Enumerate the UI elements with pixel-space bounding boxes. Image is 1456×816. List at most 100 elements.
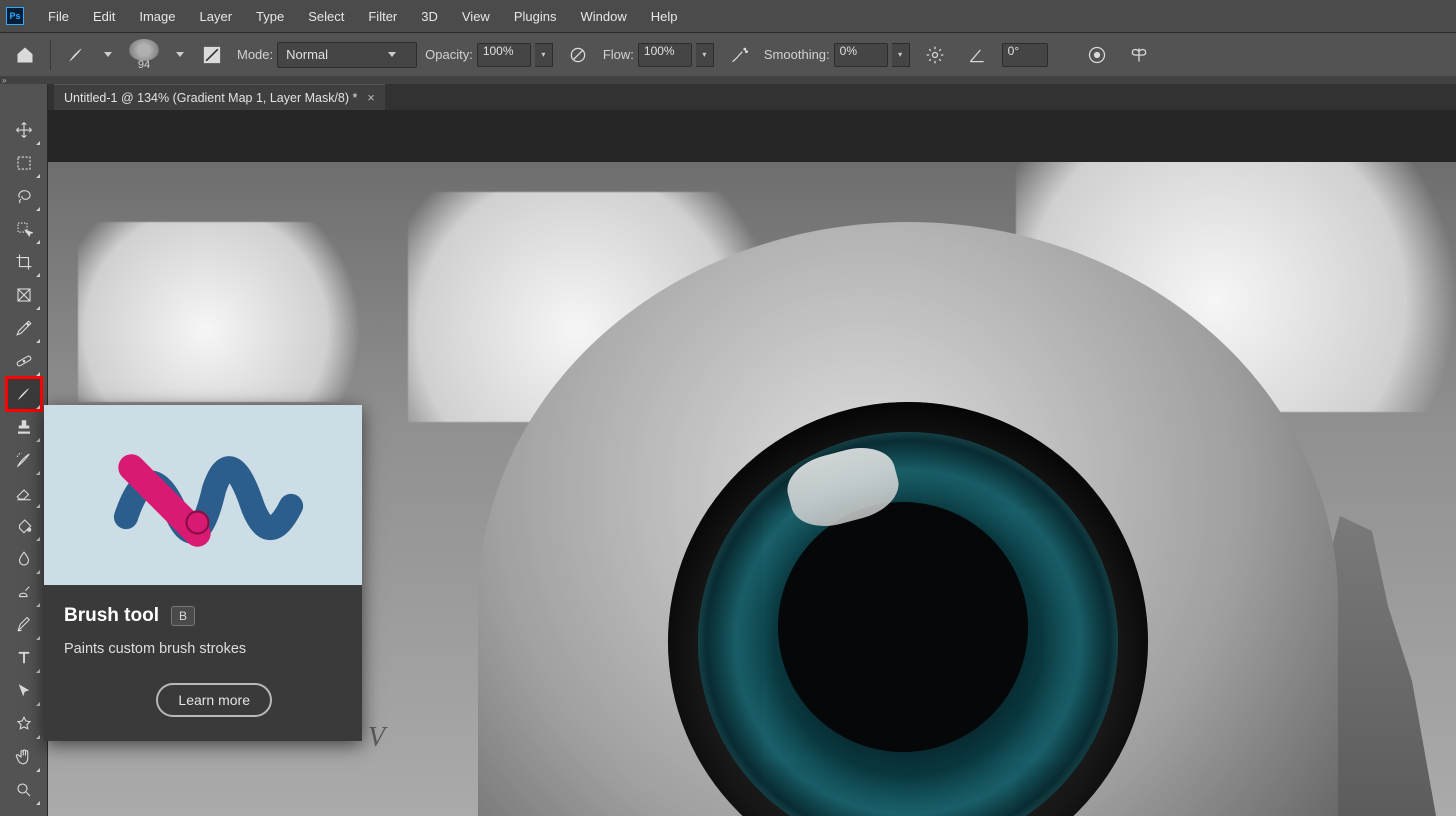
brush-panel-icon: [202, 45, 222, 65]
opacity-label: Opacity:: [425, 47, 473, 62]
home-icon: [15, 45, 35, 65]
marquee-tool[interactable]: [7, 147, 41, 179]
pupil: [778, 502, 1028, 752]
eraser-tool[interactable]: [7, 477, 41, 509]
menu-layer[interactable]: Layer: [188, 9, 245, 24]
eyedropper-tool[interactable]: [7, 312, 41, 344]
move-tool[interactable]: [7, 114, 41, 146]
angle-input[interactable]: 0°: [1002, 43, 1048, 67]
app-logo[interactable]: Ps: [6, 7, 24, 25]
tool-preset-dropdown[interactable]: [101, 38, 115, 72]
flow-dropdown[interactable]: ▾: [696, 43, 714, 67]
dodge-icon: [15, 583, 33, 601]
brush-icon: [66, 45, 86, 65]
zoom-tool[interactable]: [7, 774, 41, 806]
menu-filter[interactable]: Filter: [356, 9, 409, 24]
angle-button[interactable]: [960, 38, 994, 72]
angle-value: 0°: [1008, 44, 1019, 58]
hand-icon: [15, 748, 33, 766]
menu-image[interactable]: Image: [127, 9, 187, 24]
zoom-icon: [15, 781, 33, 799]
panel-collapse-row[interactable]: »: [0, 76, 1456, 84]
home-button[interactable]: [8, 38, 42, 72]
pen-tool[interactable]: [7, 609, 41, 641]
symmetry-button[interactable]: [1122, 38, 1156, 72]
tooltip-shortcut: B: [171, 606, 195, 626]
current-tool-icon-button[interactable]: [59, 38, 93, 72]
document-tab-title: Untitled-1 @ 134% (Gradient Map 1, Layer…: [64, 91, 357, 105]
blend-mode-value: Normal: [286, 47, 328, 62]
brush-preview[interactable]: 94: [123, 37, 165, 73]
blur-tool[interactable]: [7, 543, 41, 575]
menu-select[interactable]: Select: [296, 9, 356, 24]
document-tabbar: Untitled-1 @ 134% (Gradient Map 1, Layer…: [0, 84, 1456, 110]
learn-more-button[interactable]: Learn more: [156, 683, 272, 717]
smoothing-value: 0%: [840, 44, 857, 58]
canvas-padding: [48, 110, 1456, 162]
type-icon: [15, 649, 33, 667]
menu-type[interactable]: Type: [244, 9, 296, 24]
butterfly-icon: [1129, 45, 1149, 65]
menu-view[interactable]: View: [450, 9, 502, 24]
angle-icon: [967, 45, 987, 65]
pressure-size-button[interactable]: [1080, 38, 1114, 72]
tab-close-button[interactable]: ×: [367, 91, 374, 105]
lasso-tool[interactable]: [7, 180, 41, 212]
arrow-icon: [15, 682, 33, 700]
opacity-input[interactable]: 100%: [477, 43, 531, 67]
menu-edit[interactable]: Edit: [81, 9, 127, 24]
opacity-dropdown[interactable]: ▾: [535, 43, 553, 67]
menubar: Ps File Edit Image Layer Type Select Fil…: [0, 0, 1456, 32]
eraser-icon: [15, 484, 33, 502]
hand-tool[interactable]: [7, 741, 41, 773]
brush-tool[interactable]: [7, 378, 41, 410]
object-select-tool[interactable]: [7, 213, 41, 245]
path-select-tool[interactable]: [7, 675, 41, 707]
gradient-tool[interactable]: [7, 510, 41, 542]
smoothing-dropdown[interactable]: ▾: [892, 43, 910, 67]
menu-3d[interactable]: 3D: [409, 9, 450, 24]
optionsbar: 94 Mode: Normal Opacity: 100% ▾ Flow: 10…: [0, 32, 1456, 76]
tooltip-brush-stroke-icon: [93, 425, 313, 565]
history-brush-tool[interactable]: [7, 444, 41, 476]
object-select-icon: [15, 220, 33, 238]
tooltip-preview: [44, 405, 362, 585]
signature: V: [368, 722, 385, 754]
pressure-opacity-button[interactable]: [561, 38, 595, 72]
flow-value: 100%: [644, 44, 675, 58]
stamp-icon: [15, 418, 33, 436]
smoothing-input[interactable]: 0%: [834, 43, 888, 67]
bucket-icon: [15, 517, 33, 535]
pressure-opacity-icon: [568, 45, 588, 65]
droplet-icon: [15, 550, 33, 568]
healing-brush-tool[interactable]: [7, 345, 41, 377]
airbrush-button[interactable]: [722, 38, 756, 72]
brush-preview-dot: [129, 39, 159, 61]
menu-file[interactable]: File: [36, 9, 81, 24]
type-tool[interactable]: [7, 642, 41, 674]
brush-preset-dropdown[interactable]: [173, 38, 187, 72]
toolbox: [0, 84, 48, 816]
clone-stamp-tool[interactable]: [7, 411, 41, 443]
bandage-icon: [15, 352, 33, 370]
marquee-icon: [15, 154, 33, 172]
gear-icon: [925, 45, 945, 65]
dodge-tool[interactable]: [7, 576, 41, 608]
chevron-down-icon: [388, 52, 396, 57]
shape-tool[interactable]: [7, 708, 41, 740]
brush-panel-button[interactable]: [195, 38, 229, 72]
menu-plugins[interactable]: Plugins: [502, 9, 569, 24]
opacity-value: 100%: [483, 44, 514, 58]
menu-help[interactable]: Help: [639, 9, 690, 24]
creature: [408, 202, 1388, 816]
cloud: [78, 222, 398, 402]
flow-label: Flow:: [603, 47, 634, 62]
document-tab[interactable]: Untitled-1 @ 134% (Gradient Map 1, Layer…: [54, 84, 385, 110]
flow-input[interactable]: 100%: [638, 43, 692, 67]
crop-tool[interactable]: [7, 246, 41, 278]
smoothing-options-button[interactable]: [918, 38, 952, 72]
tool-tooltip: Brush tool B Paints custom brush strokes…: [44, 405, 362, 741]
frame-tool[interactable]: [7, 279, 41, 311]
blend-mode-select[interactable]: Normal: [277, 42, 417, 68]
menu-window[interactable]: Window: [568, 9, 638, 24]
